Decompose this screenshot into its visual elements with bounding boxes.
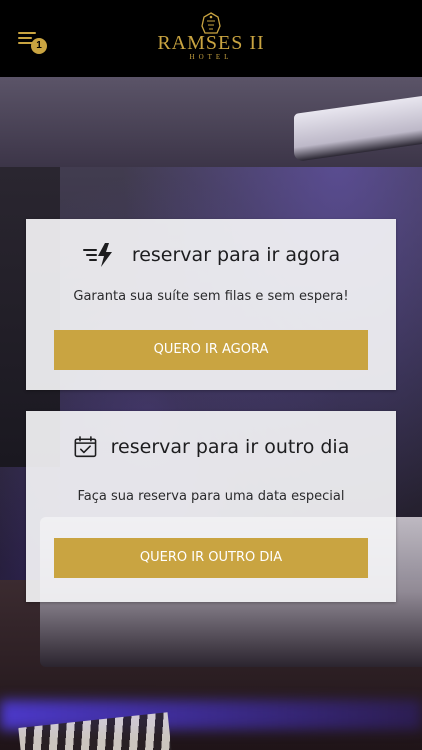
hotel-logo: RAMSES II HOTEL	[152, 12, 270, 62]
reserve-other-day-button[interactable]: QUERO IR OUTRO DIA	[54, 538, 368, 578]
card-title: reservar para ir agora	[131, 244, 341, 266]
card-header: reservar para ir agora	[26, 239, 396, 271]
pharaoh-icon	[201, 12, 221, 34]
reserve-now-card: reservar para ir agora Garanta sua suíte…	[26, 219, 396, 390]
logo-name: RAMSES II	[157, 32, 265, 54]
calendar-check-icon	[74, 436, 96, 458]
app-screen: 1 RAMSES II HOTEL reservar para ir agora…	[0, 0, 422, 750]
menu-button[interactable]: 1	[16, 28, 50, 54]
lightning-icon	[82, 243, 112, 267]
hamburger-icon-bar	[18, 37, 32, 39]
app-header: 1 RAMSES II HOTEL	[0, 0, 422, 77]
card-header: reservar para ir outro dia	[26, 431, 396, 463]
card-description: Faça sua reserva para uma data especial	[77, 489, 345, 504]
reserve-other-day-card: reservar para ir outro dia Faça sua rese…	[26, 411, 396, 602]
notification-badge: 1	[31, 38, 47, 54]
hamburger-icon	[18, 32, 36, 34]
reserve-now-button[interactable]: QUERO IR AGORA	[54, 330, 368, 370]
card-title: reservar para ir outro dia	[110, 436, 350, 458]
card-description: Garanta sua suíte sem filas e sem espera…	[73, 289, 349, 304]
logo-subtitle: HOTEL	[189, 53, 233, 61]
